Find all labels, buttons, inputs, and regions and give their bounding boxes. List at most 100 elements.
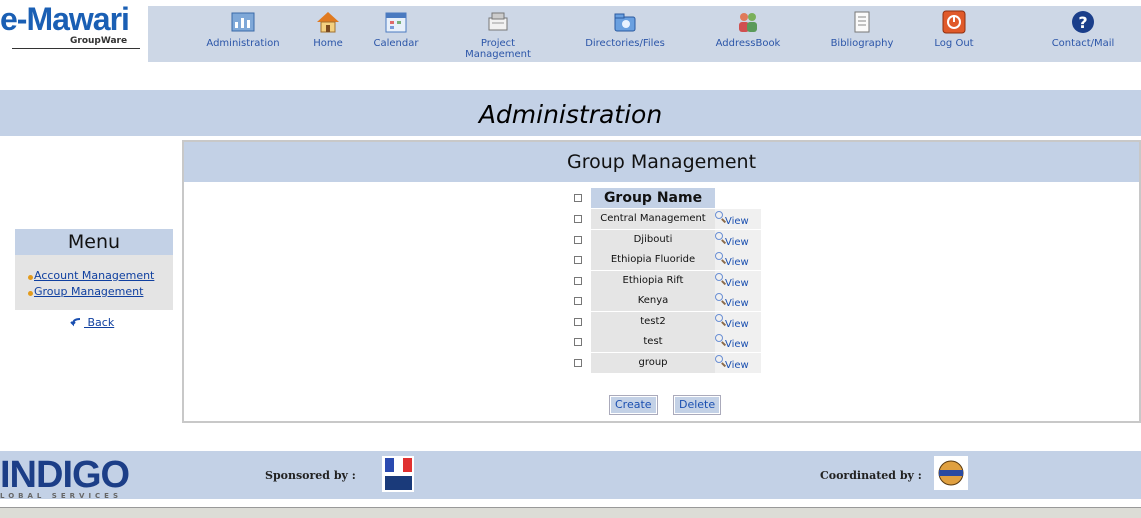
nav-administration[interactable]: Administration	[198, 6, 288, 62]
magnifier-icon	[715, 313, 723, 322]
side-menu: Menu Account Management Group Management	[15, 229, 173, 310]
table-row: test2 View	[571, 311, 761, 332]
magnifier-icon	[715, 354, 723, 363]
e-mawari-logo: e-Mawari	[0, 1, 130, 37]
back-link[interactable]: Back	[70, 316, 114, 329]
page-header: Administration	[0, 90, 1141, 136]
row-checkbox[interactable]	[574, 338, 582, 346]
nav-addressbook[interactable]: AddressBook	[708, 6, 788, 62]
coordinator-logo	[934, 456, 968, 490]
table-row: group View	[571, 352, 761, 373]
create-button[interactable]: Create	[609, 395, 658, 415]
row-checkbox[interactable]	[574, 276, 582, 285]
bibliography-icon	[850, 10, 874, 34]
table-row: Ethiopia Rift View	[571, 270, 761, 291]
row-checkbox[interactable]	[574, 358, 582, 367]
footer	[0, 451, 1141, 499]
home-icon	[316, 10, 340, 34]
group-name: test2	[591, 311, 715, 332]
nav-home[interactable]: Home	[306, 6, 350, 62]
sponsor-logo	[382, 456, 414, 492]
nav-label: Project Management	[465, 38, 531, 60]
back-arrow-icon	[70, 318, 81, 327]
nav-contact-mail[interactable]: ? Contact/Mail	[1038, 6, 1128, 62]
group-name: test	[591, 332, 715, 352]
group-name: Kenya	[591, 291, 715, 311]
bullet-icon	[28, 275, 33, 280]
nav-label: Calendar	[373, 38, 419, 49]
view-link[interactable]: View	[715, 332, 761, 352]
logout-icon	[942, 10, 966, 34]
project-management-icon	[486, 10, 510, 34]
nav-label: Administration	[206, 38, 280, 49]
nav-project-management[interactable]: Project Management	[443, 6, 553, 62]
table-row: Central Management View	[571, 209, 761, 229]
nav-label: AddressBook	[715, 38, 781, 49]
back-label: Back	[87, 316, 115, 329]
panel-title: Group Management	[184, 142, 1139, 182]
view-label: View	[725, 236, 749, 248]
magnifier-icon	[715, 334, 723, 342]
view-link[interactable]: View	[715, 270, 761, 291]
row-checkbox[interactable]	[574, 297, 582, 305]
view-label: View	[725, 277, 749, 289]
bullet-icon	[28, 291, 33, 296]
coordinated-by-label: Coordinated by :	[820, 469, 922, 482]
row-checkbox[interactable]	[574, 256, 582, 264]
delete-button[interactable]: Delete	[672, 395, 722, 415]
row-checkbox[interactable]	[574, 317, 582, 326]
nav-calendar[interactable]: Calendar	[366, 6, 426, 62]
view-link[interactable]: View	[715, 311, 761, 332]
row-checkbox[interactable]	[574, 215, 582, 223]
column-header-group-name: Group Name	[591, 188, 715, 208]
indigo-logo: INDIGO	[0, 454, 130, 496]
view-label: View	[725, 216, 749, 227]
nav-label: Directories/Files	[585, 38, 665, 49]
directories-files-icon	[613, 10, 637, 34]
nav-label: Log Out	[934, 38, 974, 49]
view-label: View	[725, 298, 749, 309]
group-name: Djibouti	[591, 229, 715, 250]
table-row: Djibouti View	[571, 229, 761, 250]
view-link[interactable]: View	[715, 291, 761, 311]
view-link[interactable]: View	[715, 229, 761, 250]
table-row: test View	[571, 332, 761, 352]
nav-log-out[interactable]: Log Out	[924, 6, 984, 62]
magnifier-icon	[715, 231, 723, 240]
view-link[interactable]: View	[715, 209, 761, 229]
view-label: View	[725, 257, 749, 268]
main-panel: Group Management Group Name Central Mana…	[182, 140, 1141, 423]
nav-label: Contact/Mail	[1051, 38, 1115, 49]
nav-label: Home	[313, 38, 343, 49]
nav-bibliography[interactable]: Bibliography	[820, 6, 904, 62]
calendar-icon	[384, 10, 408, 34]
main-navigation: Administration Home Calendar Project Man…	[148, 6, 1141, 62]
magnifier-icon	[715, 293, 723, 301]
indigo-logo-subtitle: LOBAL SERVICES	[0, 492, 123, 500]
view-label: View	[725, 318, 749, 330]
row-checkbox[interactable]	[574, 235, 582, 244]
magnifier-icon	[715, 211, 723, 219]
nav-directories-files[interactable]: Directories/Files	[570, 6, 680, 62]
view-link[interactable]: View	[715, 352, 761, 373]
group-name: Central Management	[591, 209, 715, 229]
group-name: group	[591, 352, 715, 373]
contact-mail-icon: ?	[1071, 10, 1095, 34]
view-label: View	[725, 339, 749, 350]
sponsored-by-label: Sponsored by :	[265, 469, 356, 482]
logo-subtitle: GroupWare	[70, 36, 128, 46]
nav-label: Bibliography	[830, 38, 894, 49]
select-all-checkbox[interactable]	[574, 194, 582, 202]
logo-underline	[12, 48, 140, 49]
administration-icon	[231, 10, 255, 34]
menu-item-account-management[interactable]: Account Management	[34, 269, 154, 282]
menu-title: Menu	[15, 229, 173, 255]
svg-text:?: ?	[1078, 13, 1087, 32]
menu-item-group-management[interactable]: Group Management	[34, 285, 143, 298]
view-link[interactable]: View	[715, 250, 761, 270]
addressbook-icon	[736, 10, 760, 34]
status-bar	[0, 507, 1141, 518]
page-title: Administration	[478, 100, 663, 129]
table-row: Kenya View	[571, 291, 761, 311]
table-header-row: Group Name	[571, 188, 761, 208]
